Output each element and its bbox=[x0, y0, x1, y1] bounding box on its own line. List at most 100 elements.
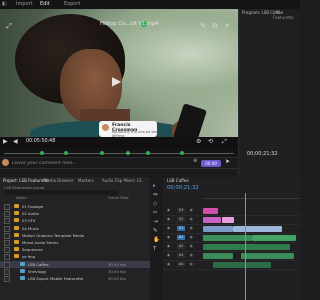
tab-markers[interactable]: Markers bbox=[78, 178, 94, 183]
program-monitor-tab-2[interactable]: LSB Featurette bbox=[273, 10, 301, 20]
scrub-track[interactable] bbox=[4, 153, 234, 154]
track-toggle-icon[interactable]: ◉ bbox=[166, 208, 171, 213]
list-item[interactable]: Mixed Audio Stems bbox=[0, 239, 150, 246]
row-checkbox[interactable] bbox=[4, 225, 10, 232]
razor-icon[interactable]: ✂ bbox=[153, 210, 158, 216]
row-checkbox[interactable] bbox=[4, 268, 10, 275]
track-select-icon[interactable]: ⇔ bbox=[153, 192, 158, 198]
playhead[interactable] bbox=[245, 193, 246, 300]
row-checkbox[interactable] bbox=[4, 247, 10, 254]
timeline-clip[interactable] bbox=[252, 235, 297, 241]
comment-marker[interactable] bbox=[100, 151, 104, 155]
column-header-frame-rate[interactable]: Frame Rate bbox=[108, 196, 129, 200]
track-mute-icon[interactable]: ◐ bbox=[189, 235, 194, 240]
comment-popup[interactable]: Francis Crossman Na kaluny ma una pe kia… bbox=[99, 121, 157, 138]
track-label[interactable]: V2 bbox=[177, 217, 185, 222]
send-button[interactable]: 00:40 bbox=[201, 160, 221, 167]
track-mute-icon[interactable]: ◐ bbox=[189, 217, 194, 222]
comment-marker[interactable] bbox=[180, 151, 184, 155]
time-ruler[interactable] bbox=[203, 193, 300, 199]
comment-input[interactable] bbox=[12, 160, 192, 167]
track-mute-icon[interactable]: ◐ bbox=[189, 253, 194, 258]
track-toggle-icon[interactable]: ◉ bbox=[166, 244, 171, 249]
track-label[interactable]: V3 bbox=[177, 208, 185, 213]
list-item[interactable]: Motion Graphics Template Media bbox=[0, 232, 150, 239]
track-v3[interactable]: ◉ V3 ◐ bbox=[163, 207, 300, 216]
volume-icon[interactable]: ◀ bbox=[13, 138, 18, 145]
settings-icon[interactable]: ⚙ bbox=[196, 138, 201, 145]
attach-icon[interactable]: ⊕ bbox=[193, 158, 197, 164]
timeline-timecode[interactable]: 00;00;21;32 bbox=[167, 185, 199, 191]
track-toggle-icon[interactable]: ◉ bbox=[166, 262, 171, 267]
row-checkbox[interactable] bbox=[4, 254, 10, 261]
tab-audio-clip-mixer[interactable]: Audio Clip Mixer: LS bbox=[102, 178, 142, 183]
slip-icon[interactable]: ⇥ bbox=[153, 219, 158, 225]
track-toggle-icon[interactable]: ◉ bbox=[166, 235, 171, 240]
send-icon[interactable]: ➤ bbox=[225, 158, 230, 165]
track-mute-icon[interactable]: ◐ bbox=[189, 226, 194, 231]
list-item[interactable]: SheVlogg 30.00 fps bbox=[0, 268, 150, 275]
track-label[interactable]: A4 bbox=[177, 262, 185, 267]
menu-export[interactable]: Export bbox=[64, 0, 80, 9]
list-item[interactable]: LSB Coffee 30.00 fps bbox=[0, 260, 150, 268]
row-checkbox[interactable] bbox=[4, 276, 10, 282]
row-checkbox[interactable] bbox=[4, 232, 10, 239]
play-icon[interactable]: ▶ bbox=[3, 138, 8, 145]
row-checkbox[interactable] bbox=[4, 204, 10, 210]
list-item[interactable]: 01 Footage bbox=[0, 203, 150, 210]
timeline-clip[interactable] bbox=[203, 208, 219, 214]
scrub-bar[interactable] bbox=[0, 149, 238, 157]
row-checkbox[interactable] bbox=[4, 211, 10, 218]
video-preview[interactable]: ⤢ Hilltop Co...ult V1.mp4 ✎ ⧉ ✕ ▶ bbox=[0, 9, 238, 137]
comment-marker[interactable] bbox=[40, 151, 44, 155]
list-item[interactable]: LSB Export Mobile Featurette 30.00 fps bbox=[0, 275, 150, 282]
tab-media-browser[interactable]: Media Browser bbox=[44, 178, 74, 183]
layers-icon[interactable]: ⧉ bbox=[210, 21, 220, 31]
comment-marker[interactable] bbox=[126, 151, 130, 155]
timeline-clip[interactable] bbox=[241, 253, 295, 259]
row-checkbox[interactable] bbox=[4, 261, 10, 268]
track-toggle-icon[interactable]: ◉ bbox=[166, 226, 171, 231]
menu-import[interactable]: Import bbox=[16, 0, 33, 9]
expand-icon[interactable]: ⤢ bbox=[222, 138, 227, 146]
list-item[interactable]: ye fing bbox=[0, 253, 150, 261]
selection-icon[interactable]: ▸ bbox=[153, 183, 156, 189]
track-mute-icon[interactable]: ◐ bbox=[189, 244, 194, 249]
timeline-clip[interactable] bbox=[203, 253, 233, 259]
track-label[interactable]: A2 bbox=[177, 244, 185, 249]
comment-marker[interactable] bbox=[146, 151, 150, 155]
timeline-clip[interactable] bbox=[203, 244, 290, 250]
track-toggle-icon[interactable]: ◉ bbox=[166, 217, 171, 222]
timeline-clip[interactable] bbox=[203, 226, 233, 232]
pen-icon[interactable]: ✎ bbox=[198, 21, 208, 31]
hand-icon[interactable]: ✋ bbox=[153, 237, 160, 243]
tab-project[interactable]: Project: LSB Featurette bbox=[3, 178, 49, 183]
track-label[interactable]: A1 bbox=[177, 235, 185, 240]
track-toggle-icon[interactable]: ◉ bbox=[166, 253, 171, 258]
timeline-tab[interactable]: LSB Coffee bbox=[167, 178, 189, 183]
list-item[interactable]: 04 Music bbox=[0, 225, 150, 232]
row-checkbox[interactable] bbox=[4, 218, 10, 225]
play-icon[interactable]: ▶ bbox=[112, 74, 121, 88]
timeline-clip[interactable] bbox=[203, 217, 222, 223]
timeline-clip[interactable] bbox=[233, 226, 282, 232]
menu-edit[interactable]: Edit bbox=[40, 0, 50, 9]
ripple-edit-icon[interactable]: ◇ bbox=[153, 201, 157, 207]
list-item[interactable]: 03 VFX bbox=[0, 217, 150, 225]
track-mute-icon[interactable]: ◐ bbox=[189, 262, 194, 267]
comment-marker[interactable] bbox=[64, 151, 68, 155]
timeline-clip[interactable] bbox=[212, 262, 271, 268]
fullscreen-icon[interactable]: ⤢ bbox=[4, 21, 14, 31]
pen-icon[interactable]: ✎ bbox=[153, 228, 158, 234]
track-label[interactable]: A3 bbox=[177, 253, 185, 258]
project-search-input[interactable] bbox=[4, 190, 118, 195]
close-icon[interactable]: ✕ bbox=[222, 21, 232, 31]
loop-icon[interactable]: ⟲ bbox=[208, 138, 213, 145]
list-item[interactable]: 02 Audio bbox=[0, 210, 150, 218]
timeline-clip[interactable] bbox=[222, 217, 235, 223]
track-mute-icon[interactable]: ◐ bbox=[189, 208, 194, 213]
track-label[interactable]: V1 bbox=[177, 226, 185, 231]
list-item[interactable]: Sequences bbox=[0, 246, 150, 254]
row-checkbox[interactable] bbox=[4, 240, 10, 246]
column-header-name[interactable]: Name bbox=[16, 196, 27, 200]
